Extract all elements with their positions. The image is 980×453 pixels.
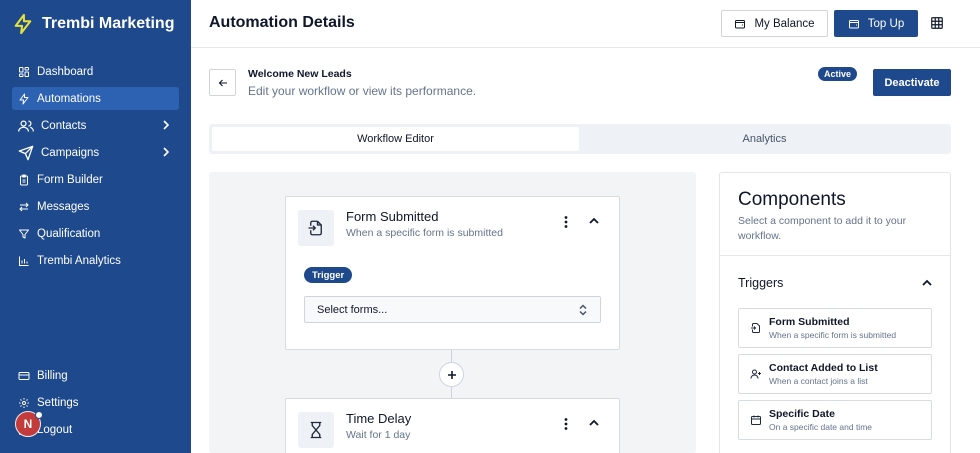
connector-line: [451, 387, 452, 398]
select-forms-placeholder: Select forms...: [317, 303, 388, 316]
calendar-icon: [751, 415, 761, 425]
node-subtitle: Wait for 1 day: [346, 429, 411, 441]
components-title: Components: [738, 189, 846, 210]
sidebar-item-contacts[interactable]: Contacts: [12, 114, 179, 137]
sidebar-item-campaigns[interactable]: Campaigns: [12, 141, 179, 164]
users-icon: [18, 119, 34, 132]
gear-icon: [19, 397, 29, 408]
component-form-submitted[interactable]: Form Submitted When a specific form is s…: [738, 308, 932, 348]
brand-name: Trembi Marketing: [42, 15, 175, 32]
workflow-canvas[interactable]: Form Submitted When a specific form is s…: [209, 172, 696, 453]
tab-workflow-editor[interactable]: Workflow Editor: [212, 127, 579, 151]
sidebar-item-label: Settings: [37, 396, 79, 409]
sidebar-item-label: Campaigns: [41, 146, 100, 159]
add-step-button[interactable]: [439, 362, 464, 387]
sidebar-item-form-builder[interactable]: Form Builder: [12, 168, 179, 191]
node-subtitle: When a specific form is submitted: [346, 227, 503, 239]
connector-line: [451, 350, 452, 362]
user-plus-icon: [750, 369, 761, 379]
chevron-right-icon: [163, 120, 170, 130]
sidebar-item-label: Form Builder: [37, 173, 103, 186]
sidebar-item-label: Qualification: [37, 227, 101, 240]
component-name: Form Submitted: [769, 316, 850, 328]
sidebar-item-label: Billing: [37, 369, 68, 382]
clipboard-icon: [20, 174, 28, 185]
page-title: Automation Details: [209, 14, 355, 31]
component-description: When a specific form is submitted: [769, 330, 897, 340]
component-name: Contact Added to List: [769, 362, 878, 374]
component-specific-date[interactable]: Specific Date On a specific date and tim…: [738, 400, 932, 440]
sidebar-item-label: Trembi Analytics: [37, 254, 121, 267]
send-icon: [18, 145, 34, 160]
card-icon: [18, 371, 30, 380]
tab-analytics[interactable]: Analytics: [581, 127, 948, 151]
top-up-button[interactable]: Top Up: [834, 10, 918, 37]
chevron-up-icon[interactable]: [588, 418, 600, 428]
components-subtitle: Select a component to add it to your wor…: [738, 215, 907, 242]
form-enter-icon: [751, 323, 760, 333]
sidebar-item-label: Automations: [37, 92, 101, 105]
workflow-node-time-delay[interactable]: Time Delay Wait for 1 day: [285, 398, 620, 453]
grid-icon[interactable]: [930, 16, 944, 30]
chevron-updown-icon: [579, 304, 587, 316]
sidebar-item-trembi-analytics[interactable]: Trembi Analytics: [12, 249, 179, 272]
components-panel: Components Select a component to add it …: [719, 172, 951, 453]
chart-icon: [19, 256, 29, 266]
chevron-up-icon[interactable]: [921, 278, 933, 288]
select-forms-dropdown[interactable]: Select forms...: [304, 296, 601, 323]
workflow-subtitle: Edit your workflow or view its performan…: [248, 84, 477, 98]
arrow-left-icon: [218, 79, 227, 86]
avatar-initial: N: [23, 417, 33, 431]
lightning-logo-icon: [14, 13, 32, 35]
sidebar-item-automations[interactable]: Automations: [12, 87, 179, 110]
brand[interactable]: Trembi Marketing: [12, 12, 174, 36]
node-title: Form Submitted: [346, 209, 439, 224]
sidebar-item-billing[interactable]: Billing: [12, 364, 179, 387]
form-enter-icon: [298, 210, 334, 246]
my-balance-label: My Balance: [754, 17, 815, 30]
workflow-name: Welcome New Leads: [248, 68, 352, 80]
component-description: On a specific date and time: [769, 422, 873, 432]
arrows-icon: [19, 202, 29, 211]
plus-icon: [447, 370, 456, 379]
component-description: When a contact joins a list: [769, 376, 868, 386]
wallet-icon: [848, 19, 859, 28]
my-balance-button[interactable]: My Balance: [721, 10, 828, 37]
node-title: Time Delay: [346, 411, 412, 426]
sidebar: Trembi Marketing Dashboard Automations C…: [0, 0, 191, 453]
dashboard-icon: [19, 66, 29, 77]
chevron-right-icon: [163, 147, 170, 157]
sidebar-item-dashboard[interactable]: Dashboard: [12, 60, 179, 83]
top-up-label: Top Up: [867, 17, 905, 30]
divider: [720, 255, 950, 256]
component-contact-added-to-list[interactable]: Contact Added to List When a contact joi…: [738, 354, 932, 394]
deactivate-button[interactable]: Deactivate: [873, 69, 951, 96]
notification-dot: [35, 411, 43, 419]
sidebar-item-label: Dashboard: [37, 65, 94, 78]
status-badge: Active: [818, 67, 858, 81]
wallet-icon: [735, 19, 746, 28]
more-vertical-icon[interactable]: [563, 215, 569, 229]
triggers-section-title: Triggers: [738, 276, 784, 290]
main-content: Welcome New Leads Edit your workflow or …: [191, 49, 980, 453]
sidebar-item-messages[interactable]: Messages: [12, 195, 179, 218]
sidebar-item-label: Contacts: [41, 119, 87, 132]
sidebar-item-label: Logout: [37, 423, 73, 436]
top-bar: Automation Details My Balance Top Up: [191, 0, 980, 48]
more-vertical-icon[interactable]: [563, 417, 569, 431]
filter-icon: [19, 229, 29, 238]
back-button[interactable]: [209, 69, 236, 96]
sidebar-item-qualification[interactable]: Qualification: [12, 222, 179, 245]
workflow-node-form-submitted[interactable]: Form Submitted When a specific form is s…: [285, 196, 620, 350]
component-name: Specific Date: [769, 408, 835, 420]
sidebar-item-label: Messages: [37, 200, 90, 213]
tabs: Workflow Editor Analytics: [209, 124, 951, 154]
hourglass-icon: [298, 412, 334, 448]
trigger-badge: Trigger: [304, 267, 353, 283]
chevron-up-icon[interactable]: [588, 216, 600, 226]
lightning-icon: [19, 93, 29, 104]
